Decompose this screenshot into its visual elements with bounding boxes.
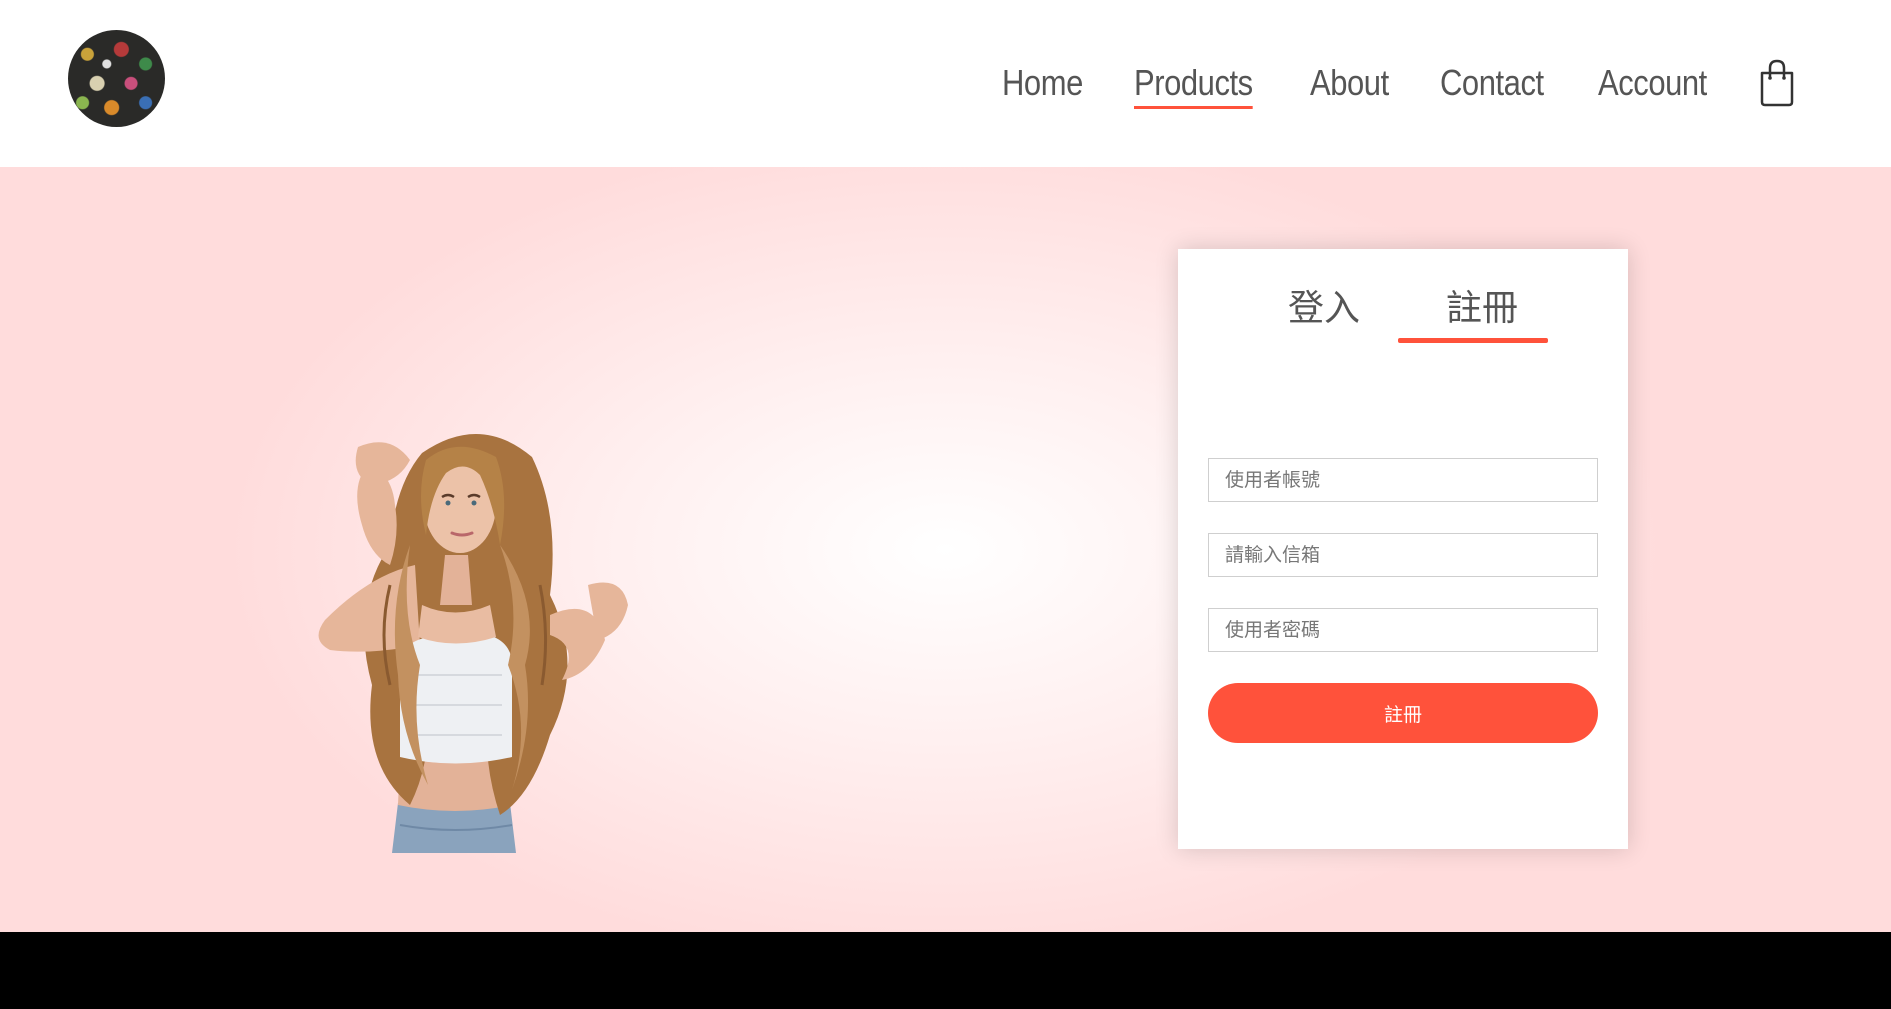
- password-input[interactable]: [1208, 608, 1598, 652]
- nav-home[interactable]: Home: [1002, 62, 1083, 104]
- site-header: Home Products About Contact Account: [0, 0, 1891, 167]
- page: Home Products About Contact Account 登入 註…: [0, 0, 1891, 1009]
- auth-card: 登入 註冊 註冊: [1178, 249, 1628, 849]
- nav-products[interactable]: Products: [1134, 62, 1253, 109]
- footer: [0, 932, 1891, 1009]
- username-input[interactable]: [1208, 458, 1598, 502]
- site-logo[interactable]: [68, 30, 165, 127]
- tab-register[interactable]: 註冊: [1446, 279, 1518, 331]
- register-button[interactable]: 註冊: [1208, 683, 1598, 743]
- nav-about[interactable]: About: [1310, 62, 1389, 104]
- active-tab-indicator: [1398, 338, 1548, 343]
- main-nav: Home Products About Contact Account: [1002, 58, 1891, 109]
- shopping-bag-icon[interactable]: [1757, 59, 1797, 107]
- hero-section: 登入 註冊 註冊: [0, 167, 1891, 932]
- auth-tabs: 登入 註冊: [1178, 279, 1628, 343]
- nav-contact[interactable]: Contact: [1440, 62, 1544, 104]
- hero-model-image: [318, 433, 628, 853]
- email-input[interactable]: [1208, 533, 1598, 577]
- tab-login[interactable]: 登入: [1288, 279, 1360, 331]
- nav-account[interactable]: Account: [1598, 62, 1707, 104]
